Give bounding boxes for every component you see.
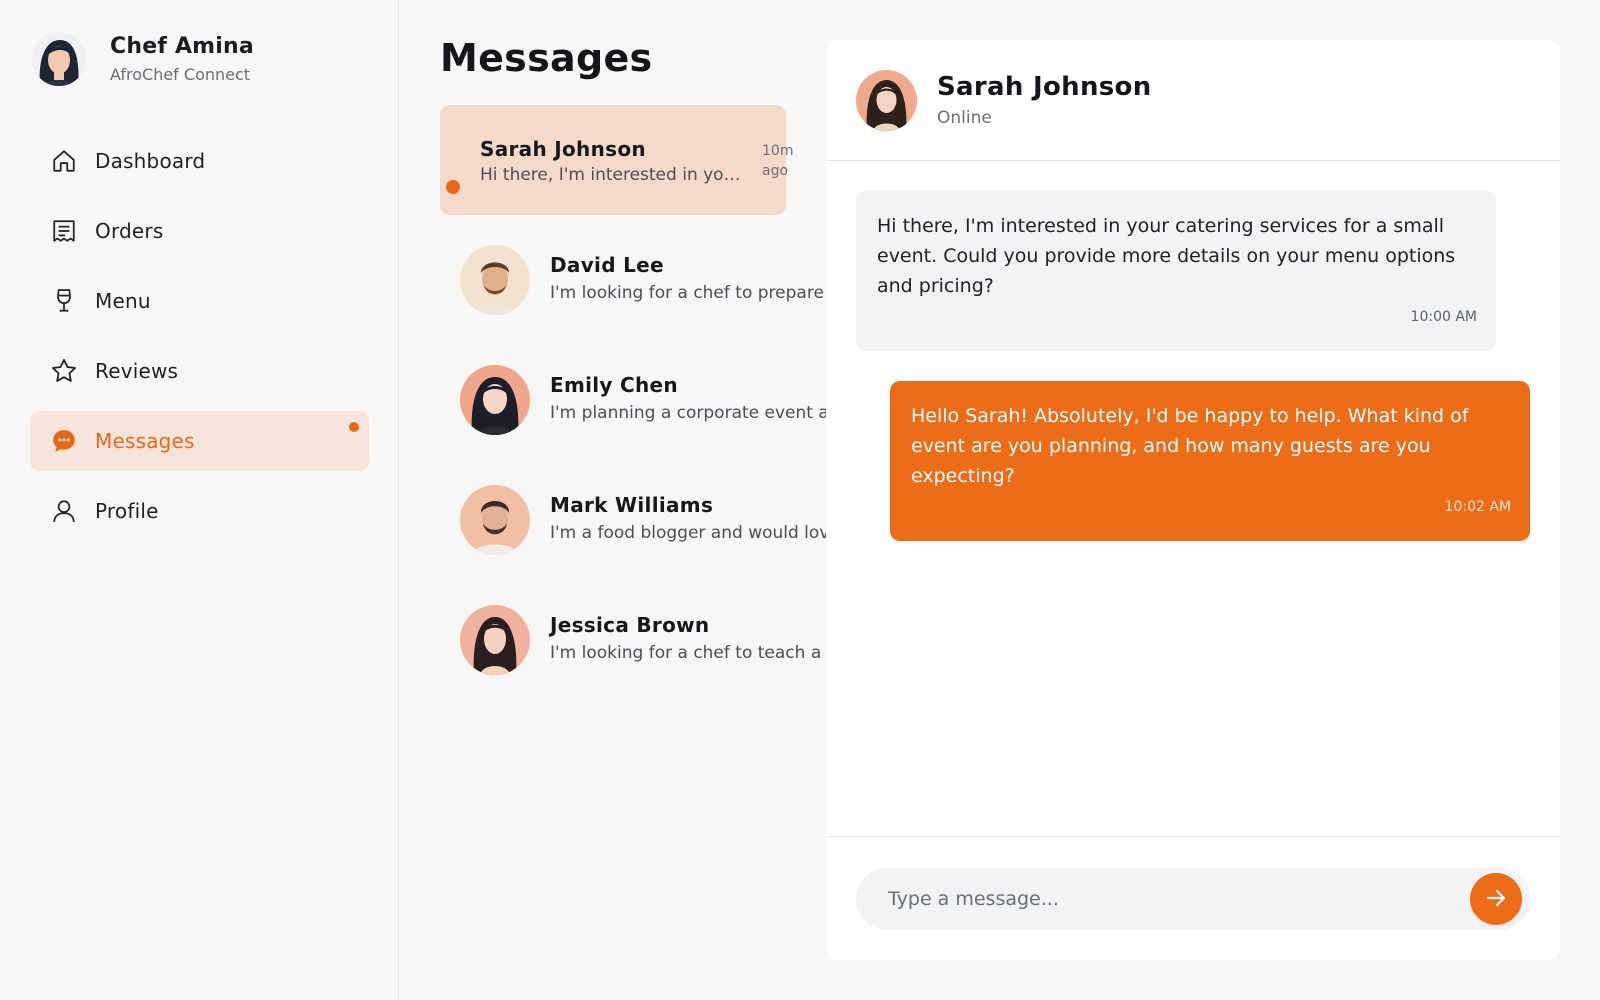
conversation-item[interactable]: Jessica Brown I'm looking for a chef to … [440, 585, 826, 695]
message-time: 10:02 AM [1444, 499, 1511, 515]
chat-header: Sarah Johnson Online [826, 40, 1560, 161]
sidebar-item-label: Dashboard [95, 149, 206, 173]
conversation-name: Jessica Brown [550, 613, 710, 637]
user-icon [50, 497, 78, 525]
sidebar-item-dashboard[interactable]: Dashboard [30, 131, 369, 191]
profile-name: Chef Amina [110, 34, 254, 59]
message-text: Hi there, I'm interested in your caterin… [877, 215, 1456, 297]
sidebar-item-label: Profile [95, 499, 159, 523]
conversation-preview: I'm looking for a chef to prepare a [550, 283, 826, 303]
send-button[interactable] [1470, 873, 1522, 925]
sidebar-item-messages[interactable]: Messages [30, 411, 369, 471]
conversation-list-pane: Messages Sarah Johnson Hi there, I'm int… [440, 0, 826, 1000]
conversation-item[interactable]: Sarah Johnson Hi there, I'm interested i… [440, 105, 793, 215]
arrow-right-icon [1484, 886, 1508, 913]
avatar[interactable] [856, 70, 917, 131]
avatar [460, 485, 530, 555]
profile-subtitle: AfroChef Connect [110, 65, 251, 84]
conversation-item[interactable]: Emily Chen I'm planning a corporate even… [440, 345, 826, 455]
avatar [460, 245, 530, 315]
home-icon [50, 147, 78, 175]
sidebar-item-label: Messages [95, 429, 195, 453]
conversation-preview: I'm looking for a chef to teach a c [550, 643, 826, 663]
sidebar-item-menu[interactable]: Menu [30, 271, 369, 331]
conversation-preview: I'm a food blogger and would lov [550, 523, 826, 543]
sidebar-item-orders[interactable]: Orders [30, 201, 369, 261]
conversation-preview: Hi there, I'm interested in your caterin… [480, 165, 742, 185]
chat-contact-name: Sarah Johnson [937, 72, 1152, 102]
message-composer [826, 836, 1560, 960]
avatar [460, 365, 530, 435]
receipt-icon [50, 217, 78, 245]
conversation-name: David Lee [550, 253, 664, 277]
conversation-item[interactable]: Mark Williams I'm a food blogger and wou… [440, 465, 826, 575]
conversation-item[interactable]: David Lee I'm looking for a chef to prep… [440, 225, 826, 335]
conversation-name: Sarah Johnson [480, 137, 646, 161]
profile-avatar [32, 32, 86, 86]
conversation-name: Mark Williams [550, 493, 714, 517]
sidebar-item-label: Orders [95, 219, 164, 243]
profile-header[interactable]: Chef Amina AfroChef Connect [32, 32, 254, 86]
unread-indicator [444, 178, 462, 196]
avatar [460, 605, 530, 675]
app-root: Chef Amina AfroChef Connect Dashboard Or… [0, 0, 1600, 1000]
conversation-preview: I'm planning a corporate event ar [550, 403, 826, 423]
conversation-name: Emily Chen [550, 373, 678, 397]
message-input[interactable] [856, 868, 1530, 930]
message-bubble-incoming: Hi there, I'm interested in your caterin… [856, 191, 1496, 351]
sidebar-item-label: Reviews [95, 359, 179, 383]
conversation-time: 10m ago [762, 143, 794, 179]
sidebar-item-label: Menu [95, 289, 151, 313]
conversation-list: Sarah Johnson Hi there, I'm interested i… [440, 105, 826, 705]
sidebar-nav: Dashboard Orders Menu Reviews Messages P… [30, 131, 369, 551]
sidebar-item-reviews[interactable]: Reviews [30, 341, 369, 401]
message-bubble-outgoing: Hello Sarah! Absolutely, I'd be happy to… [890, 381, 1530, 541]
sidebar-item-profile[interactable]: Profile [30, 481, 369, 541]
message-text: Hello Sarah! Absolutely, I'd be happy to… [911, 405, 1469, 487]
sidebar: Chef Amina AfroChef Connect Dashboard Or… [0, 0, 399, 1000]
notification-dot [349, 422, 359, 432]
star-icon [50, 357, 78, 385]
message-time: 10:00 AM [1410, 309, 1477, 325]
page-title: Messages [440, 36, 653, 80]
chat-contact-status: Online [937, 108, 992, 128]
chat-bubble-icon [50, 427, 78, 455]
wine-glass-icon [50, 287, 78, 315]
chat-panel: Sarah Johnson Online Hi there, I'm inter… [826, 40, 1560, 960]
